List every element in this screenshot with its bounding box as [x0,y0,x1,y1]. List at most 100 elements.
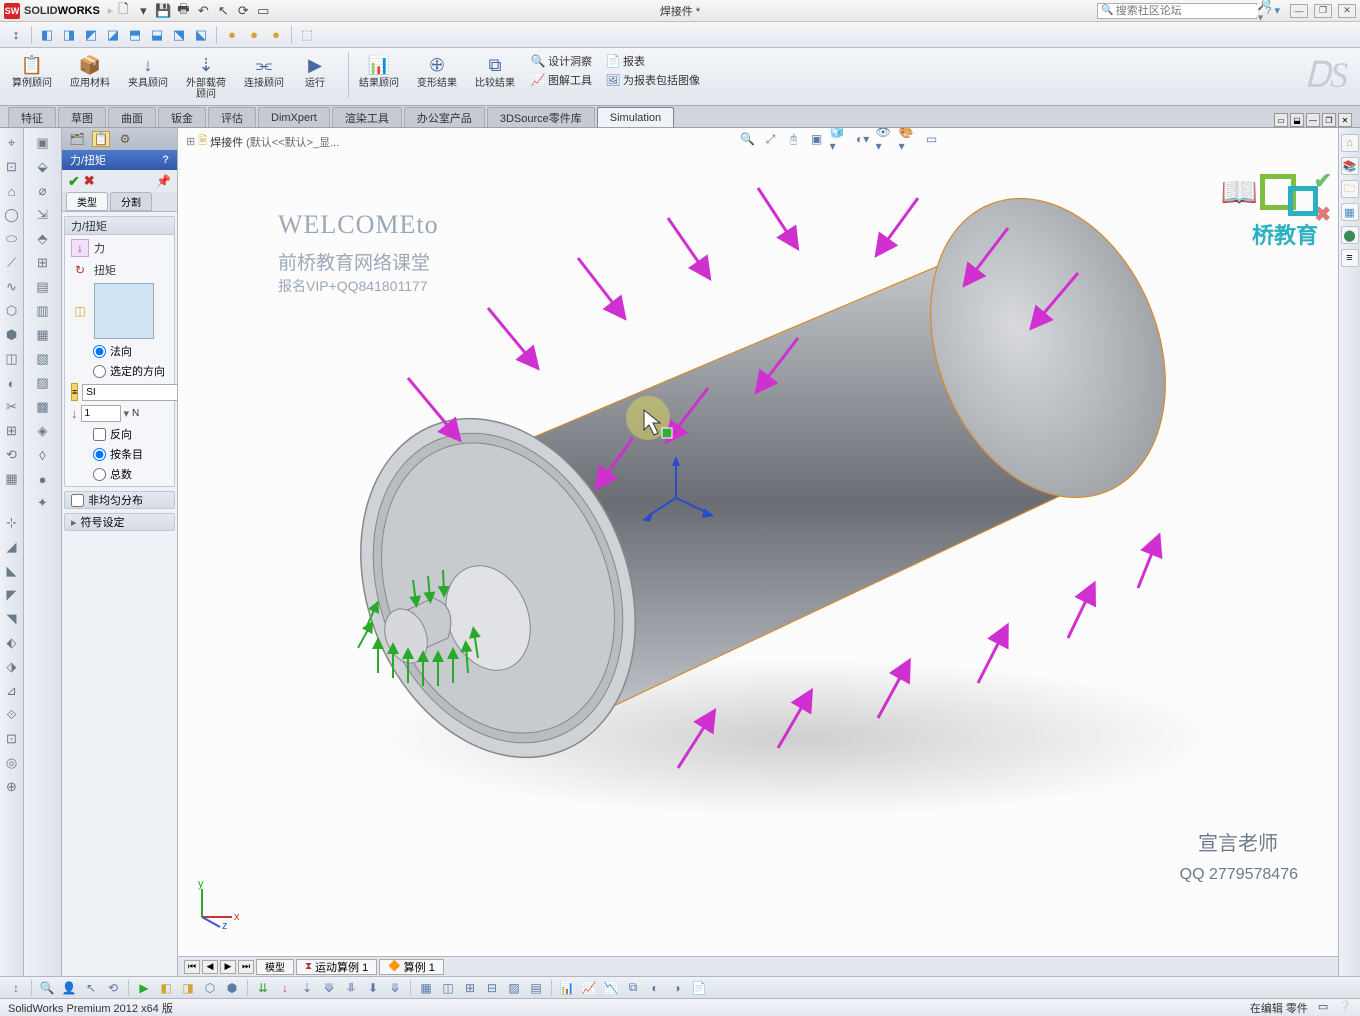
dir-selected-radio[interactable]: 选定的方向 [71,363,168,379]
appearances-icon[interactable]: ⬤ [1341,226,1359,244]
front-view-icon[interactable]: ◨ [59,25,79,45]
btool-icon[interactable]: 👤 [59,979,79,997]
include-image-button[interactable]: 🖼为报表包括图像 [604,71,702,89]
property-icon[interactable]: 📋 [92,131,110,147]
btool-icon[interactable]: ▤ [526,979,546,997]
status-icon-2[interactable]: ❔ [1338,1000,1352,1016]
vtool-icon[interactable]: ⊡ [3,730,21,748]
btool-icon[interactable]: ⊟ [482,979,502,997]
print-icon[interactable]: 🖶 [173,1,193,21]
plot-tools-button[interactable]: 📈图解工具 [529,71,594,89]
option-torque[interactable]: ↻扭矩 [71,261,168,279]
options-icon[interactable]: ▭ [253,1,273,21]
iso-view-icon[interactable]: ◧ [37,25,57,45]
option-force[interactable]: ↓力 [71,239,168,257]
vtool-icon[interactable]: ◐ [3,374,21,392]
design-insight-button[interactable]: 🔍设计洞察 [529,52,594,70]
open-icon[interactable]: ▾ [133,1,153,21]
shaded-2-icon[interactable]: ● [244,25,264,45]
btool-icon[interactable]: ⟲ [103,979,123,997]
vtool-icon[interactable]: ◎ [3,754,21,772]
section-nonuniform[interactable]: 非均匀分布 [64,491,175,509]
btool-icon[interactable]: ↓ [275,979,295,997]
btool-icon[interactable]: ▨ [504,979,524,997]
dir-normal-radio[interactable]: 法向 [71,343,168,359]
search-input[interactable] [1116,5,1258,17]
btool-icon[interactable]: ⬇ [363,979,383,997]
custom-props-icon[interactable]: ≡ [1341,249,1359,267]
shaded-3-icon[interactable]: ● [266,25,286,45]
vtool-icon[interactable]: ▨ [28,374,58,392]
new-file-icon[interactable]: 🗋 [113,1,133,21]
btool-icon[interactable]: ⬡ [200,979,220,997]
tab-dimxpert[interactable]: DimXpert [258,107,330,127]
doc-restore-icon[interactable]: ❐ [1322,113,1336,127]
tab-nav-last-icon[interactable]: ⏭ [238,960,254,974]
pm-tab-split[interactable]: 分割 [110,192,152,211]
selection-listbox[interactable] [94,283,154,339]
vtool-icon[interactable]: ◥ [3,610,21,628]
tab-sheetmetal[interactable]: 钣金 [158,107,206,127]
design-library-icon[interactable]: 📚 [1341,157,1359,175]
vtool-icon[interactable]: ⬘ [28,230,58,248]
btool-icon[interactable]: ◨ [178,979,198,997]
minimize-button[interactable]: — [1290,4,1308,18]
tab-3dsource[interactable]: 3DSource零件库 [487,107,595,127]
report-button[interactable]: 📄报表 [604,52,702,70]
graphics-area[interactable]: ⊞ 🗎 焊接件 (默认<<默认>_显... 🔍 ⤢ 🖰 ▣ 🧊▾ ◐▾ 👁▾ 🎨… [178,128,1338,976]
close-button[interactable]: ✕ [1338,4,1356,18]
tab-simulation[interactable]: Simulation [597,107,674,127]
tab-surface[interactable]: 曲面 [108,107,156,127]
vtool-icon[interactable]: ⬭ [3,230,21,248]
btool-icon[interactable]: ◑ [667,979,687,997]
vtool-icon[interactable]: ▤ [28,278,58,296]
vtool-icon[interactable]: ◣ [3,562,21,580]
viewport-dual-icon[interactable]: ⬓ [1290,113,1304,127]
vtool-icon[interactable]: ◢ [3,538,21,556]
btool-icon[interactable]: ◫ [438,979,458,997]
pm-help-icon[interactable]: ? [162,154,169,166]
vtool-icon[interactable]: ▧ [28,350,58,368]
file-explorer-icon[interactable]: 🗀 [1341,180,1359,198]
vtool-icon[interactable]: ▥ [28,302,58,320]
vtool-icon[interactable]: ▦ [3,470,21,488]
btool-icon[interactable]: ◧ [156,979,176,997]
vtool-icon[interactable]: ▦ [28,326,58,344]
vtool-icon[interactable]: ⊡ [3,158,21,176]
per-item-radio[interactable]: 按条目 [71,446,168,462]
view-5-icon[interactable]: ⬒ [125,25,145,45]
tab-nav-prev-icon[interactable]: ◀ [202,960,218,974]
save-icon[interactable]: 💾 [153,1,173,21]
tab-model[interactable]: 模型 [256,959,294,975]
compare-results-button[interactable]: ⧉比较结果 [471,52,519,89]
vtool-icon[interactable]: ⬡ [3,302,21,320]
btool-icon[interactable]: ⊞ [460,979,480,997]
vtool-icon[interactable]: ◯ [3,206,21,224]
vtool-icon[interactable]: ✦ [28,494,58,512]
unit-field[interactable] [82,384,177,401]
sw-resources-icon[interactable]: ⌂ [1341,134,1359,152]
pm-tab-type[interactable]: 类型 [66,192,108,211]
btool-icon[interactable]: ⤋ [385,979,405,997]
fixture-advisor-button[interactable]: ↓夹具顾问 [124,52,172,89]
vtool-icon[interactable]: ⇲ [28,206,58,224]
connection-advisor-button[interactable]: ⫘连接顾问 [240,52,288,89]
feature-tree-icon[interactable]: 🗂 [68,131,86,147]
tab-study-1[interactable]: 🔶算例 1 [379,959,444,975]
doc-min-icon[interactable]: — [1306,113,1320,127]
vtool-icon[interactable]: ⊞ [3,422,21,440]
vtool-icon[interactable]: ⌖ [3,134,21,152]
tab-nav-next-icon[interactable]: ▶ [220,960,236,974]
top-view-icon[interactable]: ◪ [103,25,123,45]
run-button[interactable]: ▶运行 [298,52,332,89]
tab-sketch[interactable]: 草图 [58,107,106,127]
btool-icon[interactable]: ⇊ [253,979,273,997]
vtool-icon[interactable]: ⊹ [3,514,21,532]
btool-icon[interactable]: ▶ [134,979,154,997]
btool-icon[interactable]: 🔍 [37,979,57,997]
btool-icon[interactable]: 📊 [557,979,577,997]
study-advisor-button[interactable]: 📋算例顾问 [8,52,56,89]
viewport-single-icon[interactable]: ▭ [1274,113,1288,127]
vtool-icon[interactable]: ⬗ [3,658,21,676]
view-7-icon[interactable]: ⬔ [169,25,189,45]
